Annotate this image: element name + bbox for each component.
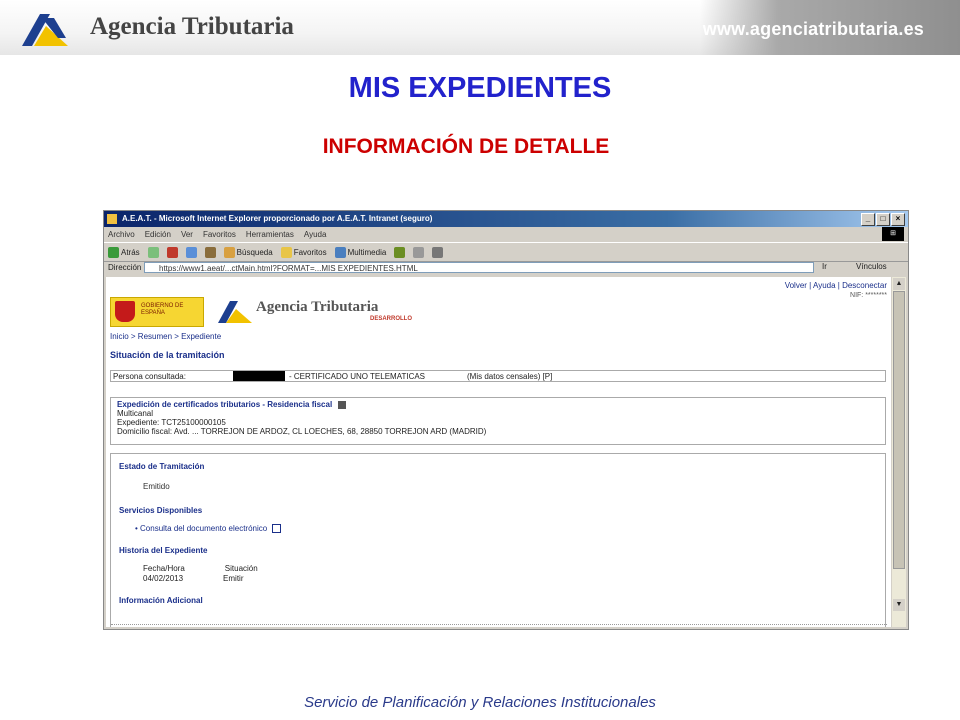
history-button[interactable] — [394, 246, 406, 258]
back-arrow-icon — [108, 246, 119, 258]
history-title: Historia del Expediente — [119, 546, 208, 555]
history-event: Emitir — [223, 574, 244, 583]
browser-title: A.E.A.T. - Microsoft Internet Explorer p… — [122, 214, 433, 223]
search-button[interactable]: Búsqueda — [223, 246, 273, 258]
vertical-scrollbar[interactable]: ▲ ▼ — [892, 277, 906, 627]
home-button[interactable] — [204, 246, 216, 258]
browser-window: A.E.A.T. - Microsoft Internet Explorer p… — [103, 210, 909, 630]
address-input[interactable]: https://www1.aeat/...ctMain.html?FORMAT=… — [144, 262, 814, 273]
service-item[interactable]: • Consulta del documento electrónico — [135, 524, 282, 534]
media-label: Multimedia — [347, 247, 387, 257]
scroll-down-icon[interactable]: ▼ — [893, 599, 905, 611]
at-logo-icon — [218, 301, 252, 323]
print-button[interactable] — [432, 246, 444, 258]
person-box: Persona consultada: - CERTIFICADO UNO TE… — [110, 370, 886, 382]
breadcrumb[interactable]: Inicio > Resumen > Expediente — [110, 332, 221, 341]
divider — [111, 624, 887, 625]
back-button[interactable]: Atrás — [108, 246, 140, 258]
url-banner: www.agenciatributaria.es — [700, 0, 960, 55]
page-title: MIS EXPEDIENTES — [348, 72, 612, 104]
menu-ayuda[interactable]: Ayuda — [304, 228, 327, 241]
status-title: Estado de Tramitación — [119, 462, 205, 471]
address-label: Dirección — [108, 263, 142, 272]
detail-box: Estado de Tramitación Emitido Servicios … — [110, 453, 887, 627]
history-event: Situación — [224, 564, 258, 573]
history-date: 04/02/2013 — [143, 574, 184, 583]
browser-titlebar: A.E.A.T. - Microsoft Internet Explorer p… — [104, 211, 908, 227]
census-data-link[interactable]: (Mis datos censales) [P] — [467, 372, 552, 381]
coat-of-arms-icon — [115, 301, 135, 322]
services-title: Servicios Disponibles — [119, 506, 203, 515]
back-label: Atrás — [121, 247, 140, 257]
page-subtitle: INFORMACIÓN DE DETALLE — [322, 135, 610, 158]
print-icon — [432, 246, 444, 258]
document-icon — [338, 400, 347, 409]
service-item-label: Consulta del documento electrónico — [140, 524, 268, 533]
gov-text: GOBIERNO DE ESPAÑA — [141, 303, 184, 316]
menu-edicion[interactable]: Edición — [145, 228, 171, 241]
person-value: - CERTIFICADO UNO TELEMATICAS — [289, 372, 426, 381]
favorites-button[interactable]: Favoritos — [280, 246, 327, 258]
gobierno-espana-logo: GOBIERNO DE ESPAÑA — [110, 297, 204, 327]
go-button[interactable]: Ir — [822, 262, 827, 271]
search-label: Búsqueda — [236, 247, 273, 257]
history-date: Fecha/Hora — [143, 564, 185, 573]
close-button[interactable]: × — [891, 213, 905, 226]
web-page: Volver | Ayuda | Desconectar NIF: ******… — [106, 277, 891, 627]
history-row: 04/02/2013 Emitir — [143, 574, 244, 583]
menu-favoritos[interactable]: Favoritos — [203, 228, 236, 241]
media-button[interactable]: Multimedia — [334, 246, 387, 258]
refresh-icon — [185, 246, 197, 258]
forward-button[interactable] — [147, 246, 159, 258]
person-label: Persona consultada: — [113, 372, 186, 381]
menu-ver[interactable]: Ver — [181, 228, 193, 241]
stop-button[interactable] — [166, 246, 178, 258]
at-logo-subtitle: DESARROLLO — [370, 316, 412, 322]
expedition-line: Domicilio fiscal: Avd. ... TORREJON DE A… — [117, 427, 487, 436]
scroll-up-icon[interactable]: ▲ — [893, 278, 905, 290]
ie-window-icon — [107, 214, 117, 224]
external-link-icon — [272, 524, 282, 534]
nif-code: NIF: ******** — [850, 292, 887, 299]
browser-menubar: Archivo Edición Ver Favoritos Herramient… — [104, 228, 908, 241]
favorites-label: Favoritos — [293, 247, 327, 257]
search-icon — [223, 246, 235, 258]
expedition-title-text: Expedición de certificados tributarios -… — [117, 400, 333, 409]
situation-title: Situación de la tramitación — [110, 350, 225, 360]
mail-button[interactable] — [413, 246, 425, 258]
forward-arrow-icon — [147, 246, 159, 258]
history-icon — [394, 246, 406, 258]
menu-herramientas[interactable]: Herramientas — [246, 228, 294, 241]
refresh-button[interactable] — [185, 246, 197, 258]
at-logo-text: Agencia Tributaria — [256, 299, 379, 315]
top-links[interactable]: Volver | Ayuda | Desconectar — [785, 281, 887, 290]
minimize-button[interactable]: _ — [861, 213, 875, 226]
redacted-block — [233, 371, 285, 381]
stop-icon — [166, 246, 178, 258]
media-icon — [334, 246, 346, 258]
agencia-tributaria-logo-icon — [22, 14, 68, 46]
maximize-button[interactable]: □ — [876, 213, 890, 226]
mail-icon — [413, 246, 425, 258]
additional-info-title: Información Adicional — [119, 596, 203, 605]
status-value: Emitido — [143, 482, 170, 491]
footer-text: Servicio de Planificación y Relaciones I… — [304, 694, 656, 711]
links-button[interactable]: Vínculos — [856, 262, 887, 271]
expedition-line: Multicanal — [117, 409, 154, 418]
slide-header: Agencia Tributaria www.agenciatributaria… — [0, 0, 960, 55]
brand-title: Agencia Tributaria — [90, 13, 294, 40]
browser-toolbar: Atrás Búsqueda Favoritos Multimedia — [104, 242, 908, 262]
site-url[interactable]: www.agenciatributaria.es — [703, 19, 924, 40]
expedition-box: Expedición de certificados tributarios -… — [110, 397, 886, 445]
scroll-thumb[interactable] — [893, 291, 905, 569]
menu-archivo[interactable]: Archivo — [108, 228, 135, 241]
expedition-line: Expediente: TCT25100000105 — [117, 418, 226, 427]
expedition-title: Expedición de certificados tributarios -… — [117, 400, 879, 409]
windows-logo-icon: ⊞ — [882, 227, 904, 241]
home-icon — [204, 246, 216, 258]
history-row: Fecha/Hora Situación — [143, 564, 258, 573]
star-icon — [280, 246, 292, 258]
address-bar: Dirección https://www1.aeat/...ctMain.ht… — [104, 261, 908, 275]
